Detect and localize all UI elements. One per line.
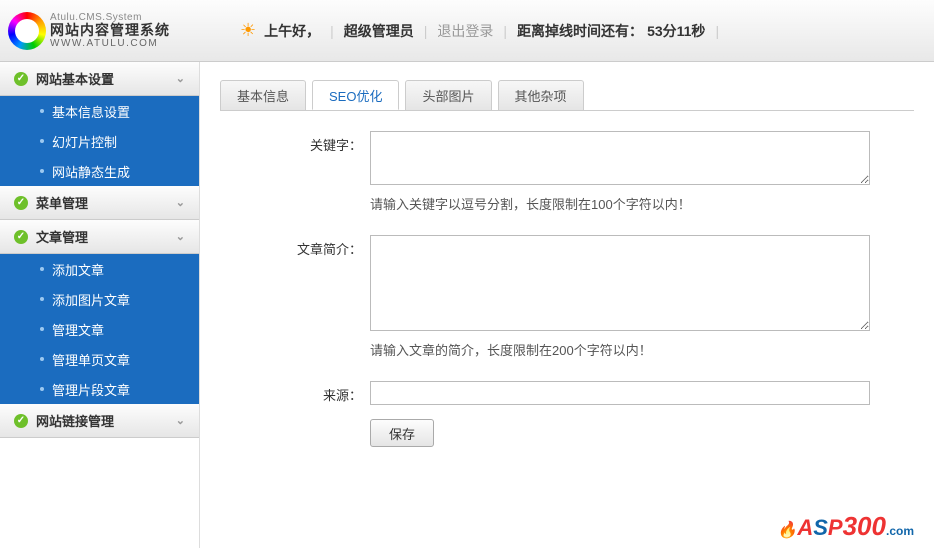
user-role: 超级管理员 (344, 21, 414, 41)
source-label: 来源： (220, 381, 370, 405)
sidebar-item-2-4[interactable]: 管理片段文章 (0, 374, 199, 404)
sidebar-group-1[interactable]: ✓ 菜单管理 ⌄ (0, 186, 199, 220)
sidebar-group-title: 文章管理 (36, 227, 88, 246)
sidebar-item-2-2[interactable]: 管理文章 (0, 314, 199, 344)
check-icon: ✓ (14, 414, 28, 428)
keywords-hint: 请输入关键字以逗号分割，长度限制在100个字符以内！ (370, 194, 914, 213)
keywords-label: 关键字： (220, 131, 370, 229)
main-panel: 基本信息SEO优化头部图片其他杂项 关键字： 请输入关键字以逗号分割，长度限制在… (200, 62, 934, 548)
sidebar-item-0-2[interactable]: 网站静态生成 (0, 156, 199, 186)
tab-0[interactable]: 基本信息 (220, 80, 306, 110)
sidebar-item-0-1[interactable]: 幻灯片控制 (0, 126, 199, 156)
check-icon: ✓ (14, 72, 28, 86)
sidebar: ✓ 网站基本设置 ⌄ 基本信息设置幻灯片控制网站静态生成 ✓ 菜单管理 ⌄ ✓ 文章管理 ⌄ 添加文… (0, 62, 200, 548)
form-area: 关键字： 请输入关键字以逗号分割，长度限制在100个字符以内！ 文章简介： 请输… (220, 110, 914, 447)
sidebar-group-title: 网站基本设置 (36, 69, 114, 88)
chevron-down-icon: ⌄ (176, 72, 185, 85)
intro-input[interactable] (370, 235, 870, 331)
sidebar-group-title: 网站链接管理 (36, 411, 114, 430)
countdown-value: 53分11秒 (647, 21, 705, 41)
check-icon: ✓ (14, 196, 28, 210)
intro-hint: 请输入文章的简介，长度限制在200个字符以内！ (370, 340, 914, 359)
top-toolbar: ☀ 上午好， | 超级管理员 | 退出登录 | 距离掉线时间还有： 53分11秒… (200, 20, 934, 41)
sidebar-group-title: 菜单管理 (36, 193, 88, 212)
check-icon: ✓ (14, 230, 28, 244)
greeting-text: 上午好， (264, 21, 320, 41)
logo-line3: WWW.ATULU.COM (50, 38, 170, 49)
sidebar-group-0[interactable]: ✓ 网站基本设置 ⌄ (0, 62, 199, 96)
tab-3[interactable]: 其他杂项 (498, 80, 584, 110)
countdown-label: 距离掉线时间还有： (517, 21, 643, 41)
chevron-down-icon: ⌄ (176, 196, 185, 209)
sidebar-item-2-0[interactable]: 添加文章 (0, 254, 199, 284)
intro-label: 文章简介： (220, 235, 370, 375)
logout-link[interactable]: 退出登录 (437, 21, 493, 41)
keywords-input[interactable] (370, 131, 870, 185)
sidebar-group-2[interactable]: ✓ 文章管理 ⌄ (0, 220, 199, 254)
source-input[interactable] (370, 381, 870, 405)
tab-bar: 基本信息SEO优化头部图片其他杂项 (220, 80, 914, 110)
footer-brand: 🔥ASP300.com (777, 511, 914, 542)
tab-1[interactable]: SEO优化 (312, 80, 399, 110)
tab-2[interactable]: 头部图片 (405, 80, 491, 110)
weather-icon: ☀ (240, 20, 256, 41)
save-button[interactable]: 保存 (370, 419, 434, 447)
chevron-down-icon: ⌄ (176, 414, 185, 427)
sidebar-item-0-0[interactable]: 基本信息设置 (0, 96, 199, 126)
app-header: Atulu.CMS.System 网站内容管理系统 WWW.ATULU.COM … (0, 0, 934, 62)
chevron-down-icon: ⌄ (176, 230, 185, 243)
sidebar-group-3[interactable]: ✓ 网站链接管理 ⌄ (0, 404, 199, 438)
flame-icon: 🔥 (777, 522, 797, 539)
sidebar-item-2-3[interactable]: 管理单页文章 (0, 344, 199, 374)
logo-line2: 网站内容管理系统 (50, 23, 170, 38)
logo-icon (8, 12, 46, 50)
sidebar-item-2-1[interactable]: 添加图片文章 (0, 284, 199, 314)
brand-logo: Atulu.CMS.System 网站内容管理系统 WWW.ATULU.COM (0, 12, 200, 50)
